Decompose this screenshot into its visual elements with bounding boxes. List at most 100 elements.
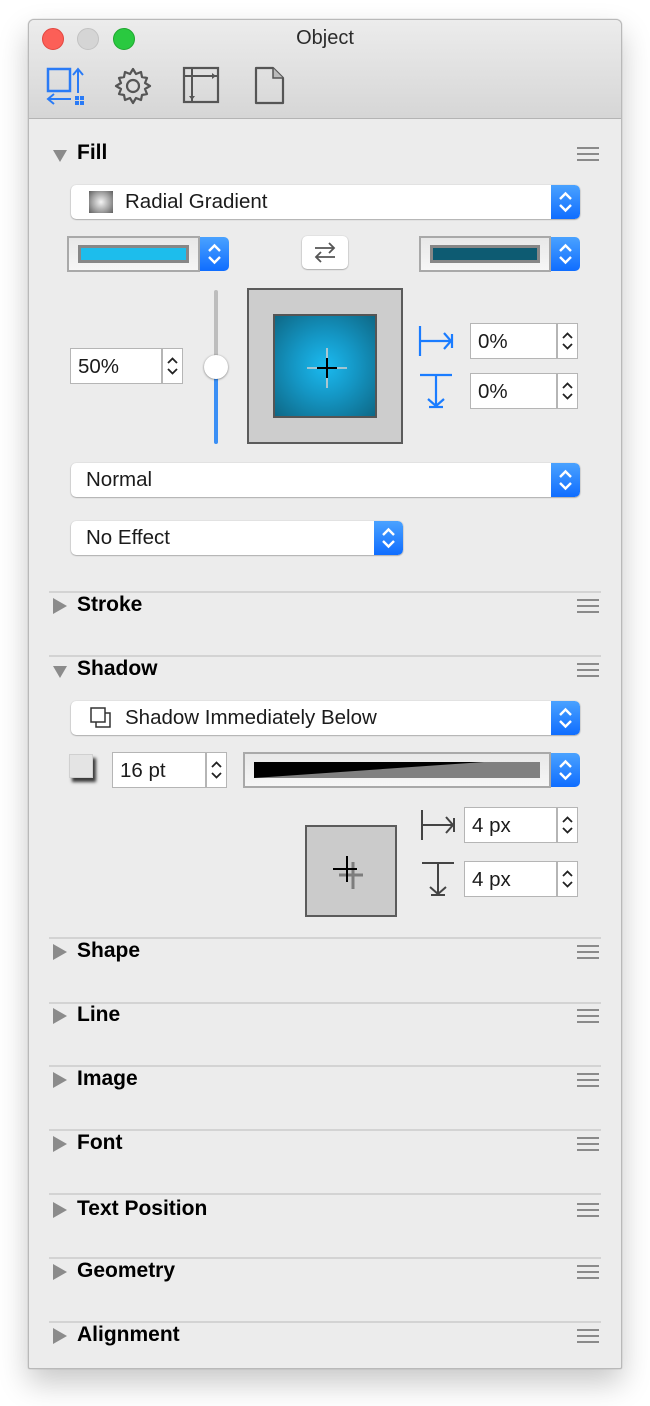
stepper-icon xyxy=(562,332,573,350)
gradient-offset-x-value: 0% xyxy=(478,330,508,353)
gradient-offset-y-stepper[interactable] xyxy=(557,373,578,409)
section-divider xyxy=(49,1193,601,1195)
gradient-offset-x-field[interactable]: 0% xyxy=(470,323,557,359)
up-down-chevron-icon xyxy=(559,243,572,265)
canvas-inspector-tab[interactable] xyxy=(182,66,222,106)
font-options-menu-icon[interactable] xyxy=(577,1137,599,1151)
disclosure-collapsed-icon[interactable] xyxy=(53,1136,67,1152)
midpoint-stepper[interactable] xyxy=(162,348,183,384)
fill-type-popup[interactable]: Radial Gradient xyxy=(71,185,580,219)
shadow-section-title: Shadow xyxy=(77,657,158,680)
shadow-blur-value: 16 pt xyxy=(120,759,166,782)
shadow-offset-x-field[interactable]: 4 px xyxy=(464,807,557,843)
midpoint-value: 50% xyxy=(78,355,120,378)
disclosure-collapsed-icon[interactable] xyxy=(53,1008,67,1024)
shadow-color-well[interactable] xyxy=(69,754,93,778)
title-bar: Object xyxy=(29,20,621,119)
line-options-menu-icon[interactable] xyxy=(577,1009,599,1023)
disclosure-expanded-icon[interactable] xyxy=(53,146,67,162)
document-inspector-tab[interactable] xyxy=(251,66,291,106)
shadow-offset-y-field[interactable]: 4 px xyxy=(464,861,557,897)
blend-mode-popup-arrows[interactable] xyxy=(551,463,580,497)
stroke-section-header[interactable]: Stroke xyxy=(53,592,601,622)
stepper-icon xyxy=(562,816,573,834)
shadow-section-header[interactable]: Shadow xyxy=(53,656,601,686)
window-title: Object xyxy=(296,27,354,49)
gradient-center-crosshair-icon[interactable] xyxy=(305,346,349,390)
stroke-section-title: Stroke xyxy=(77,593,143,616)
disclosure-collapsed-icon[interactable] xyxy=(53,1264,67,1280)
shadow-offset-crosshair-icon[interactable] xyxy=(329,849,377,897)
stepper-icon xyxy=(562,382,573,400)
fill-type-popup-arrows[interactable] xyxy=(551,185,580,219)
shadow-vertical-offset-icon xyxy=(419,860,457,898)
object-inspector-icon xyxy=(46,67,84,105)
gradient-preview-swatch xyxy=(273,314,377,418)
alignment-section-title: Alignment xyxy=(77,1323,180,1346)
shadow-offset-y-stepper[interactable] xyxy=(557,861,578,897)
fill-effect-value: No Effect xyxy=(86,526,170,549)
swap-colors-button[interactable] xyxy=(302,236,348,269)
text-position-options-menu-icon[interactable] xyxy=(577,1203,599,1217)
up-down-chevron-icon xyxy=(559,191,572,213)
gradient-offset-y-field[interactable]: 0% xyxy=(470,373,557,409)
fill-section-header[interactable]: Fill xyxy=(53,140,601,170)
disclosure-collapsed-icon[interactable] xyxy=(53,598,67,614)
shadow-placement-popup[interactable]: Shadow Immediately Below xyxy=(71,701,580,735)
end-color-popup-button[interactable] xyxy=(551,237,580,271)
midpoint-slider-knob[interactable] xyxy=(204,355,228,379)
shadow-placement-value: Shadow Immediately Below xyxy=(125,706,377,729)
gradient-center-editor[interactable] xyxy=(247,288,403,444)
stroke-options-menu-icon[interactable] xyxy=(577,599,599,613)
line-section-header[interactable]: Line xyxy=(53,1002,601,1032)
properties-tab[interactable] xyxy=(113,66,153,106)
midpoint-field[interactable]: 50% xyxy=(70,348,162,384)
image-section-title: Image xyxy=(77,1067,138,1090)
shadow-below-icon xyxy=(90,707,111,728)
up-down-chevron-icon xyxy=(208,243,221,265)
shadow-fuzziness-preview xyxy=(254,762,540,778)
fill-type-value: Radial Gradient xyxy=(125,190,268,213)
start-color-popup-button[interactable] xyxy=(200,237,229,271)
geometry-section-header[interactable]: Geometry xyxy=(53,1258,601,1288)
blend-mode-popup[interactable]: Normal xyxy=(71,463,580,497)
disclosure-collapsed-icon[interactable] xyxy=(53,944,67,960)
image-options-menu-icon[interactable] xyxy=(577,1073,599,1087)
geometry-options-menu-icon[interactable] xyxy=(577,1265,599,1279)
shadow-options-menu-icon[interactable] xyxy=(577,663,599,677)
alignment-options-menu-icon[interactable] xyxy=(577,1329,599,1343)
blend-mode-value: Normal xyxy=(86,468,153,491)
end-color-swatch xyxy=(430,245,540,263)
shadow-offset-x-stepper[interactable] xyxy=(557,807,578,843)
horizontal-offset-icon xyxy=(417,322,455,360)
up-down-chevron-icon xyxy=(559,469,572,491)
shadow-fuzziness-well[interactable] xyxy=(243,752,551,788)
font-section-header[interactable]: Font xyxy=(53,1130,601,1160)
alignment-section-header[interactable]: Alignment xyxy=(53,1322,601,1352)
disclosure-collapsed-icon[interactable] xyxy=(53,1202,67,1218)
gradient-offset-x-stepper[interactable] xyxy=(557,323,578,359)
shadow-placement-popup-arrows[interactable] xyxy=(551,701,580,735)
disclosure-expanded-icon[interactable] xyxy=(53,662,67,678)
start-color-well[interactable] xyxy=(67,236,200,272)
shadow-fuzziness-popup-button[interactable] xyxy=(551,753,580,787)
shape-section-title: Shape xyxy=(77,939,141,962)
disclosure-collapsed-icon[interactable] xyxy=(53,1328,67,1344)
image-section-header[interactable]: Image xyxy=(53,1066,601,1096)
shadow-blur-field[interactable]: 16 pt xyxy=(112,752,206,788)
shadow-blur-stepper[interactable] xyxy=(206,752,227,788)
end-color-well[interactable] xyxy=(419,236,551,272)
shadow-offset-editor[interactable] xyxy=(305,825,397,917)
object-inspector-tab[interactable] xyxy=(45,66,85,106)
fill-effect-popup[interactable]: No Effect xyxy=(71,521,403,555)
vertical-offset-icon xyxy=(417,372,455,410)
disclosure-collapsed-icon[interactable] xyxy=(53,1072,67,1088)
fill-options-menu-icon[interactable] xyxy=(577,147,599,161)
fill-effect-popup-arrows[interactable] xyxy=(374,521,403,555)
shape-section-header[interactable]: Shape xyxy=(53,938,601,968)
text-position-section-header[interactable]: Text Position xyxy=(53,1196,601,1226)
stepper-icon xyxy=(562,870,573,888)
stepper-icon xyxy=(167,357,178,375)
shadow-offset-x-value: 4 px xyxy=(472,814,511,837)
shape-options-menu-icon[interactable] xyxy=(577,945,599,959)
